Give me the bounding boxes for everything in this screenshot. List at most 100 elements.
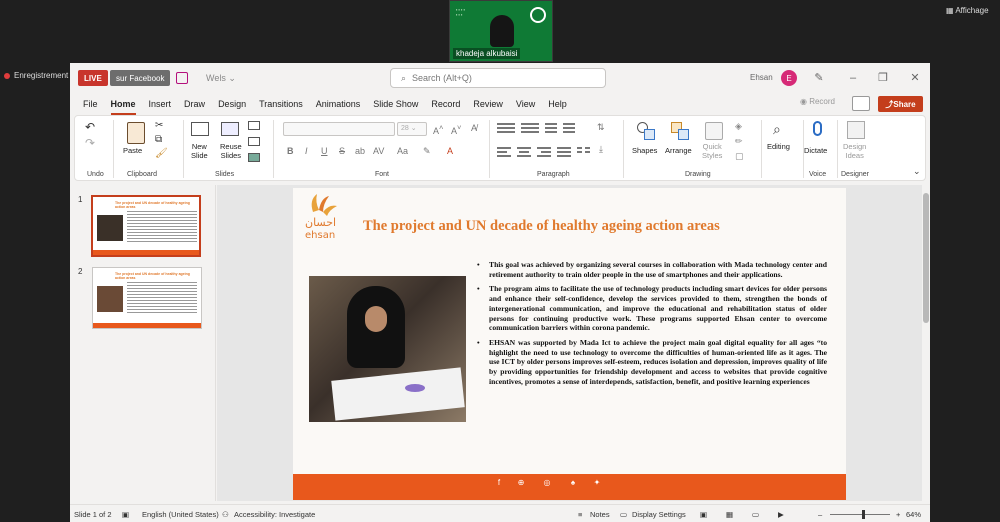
scrollbar-thumb[interactable] [923,193,929,323]
live-target-label[interactable]: sur Facebook [110,70,171,86]
record-button[interactable]: ◉ Record [800,97,835,106]
close-icon[interactable]: ✕ [908,71,922,85]
format-painter-icon[interactable]: 🖌 [155,148,168,159]
slide-sorter-icon[interactable]: ▦ [726,510,733,519]
collapse-ribbon-icon[interactable]: ⌄ [913,166,921,177]
tab-insert[interactable]: Insert [149,93,172,115]
slide-thumbnail-2[interactable]: The project and UN decade of healthy age… [92,267,202,329]
design-ideas-icon[interactable] [847,121,865,139]
text-direction-icon[interactable]: ⤓ [599,144,603,155]
numbering-icon[interactable] [521,122,539,134]
view-options-button[interactable]: ▦ Affichage [946,6,989,15]
shape-effects-icon[interactable]: ▢ [735,151,744,162]
comments-icon[interactable] [852,96,870,111]
copy-icon[interactable]: ⧉ [155,134,162,145]
decrease-font-icon[interactable]: A˅ [451,123,461,136]
microphone-icon[interactable] [813,121,822,136]
shape-outline-icon[interactable]: ✏ [735,136,743,147]
new-slide-button[interactable]: New Slide [191,142,208,160]
quick-styles-button[interactable]: Quick Styles [702,142,722,160]
tab-review[interactable]: Review [473,93,503,115]
reading-view-icon[interactable]: ▭ [752,510,759,519]
section-icon[interactable] [248,153,260,162]
search-input[interactable]: ⌕ Search (Alt+Q) [390,68,606,88]
language-indicator[interactable]: English (United States) [142,510,219,519]
reuse-slides-icon[interactable] [221,122,239,136]
tab-view[interactable]: View [516,93,535,115]
find-icon[interactable]: ⌕ [773,121,781,138]
increase-font-icon[interactable]: A˄ [433,123,443,136]
strikethrough-icon[interactable]: S [339,146,345,156]
reuse-slides-button[interactable]: Reuse Slides [220,142,242,160]
user-avatar[interactable]: E [781,70,797,86]
zoom-slider-knob[interactable] [862,510,865,519]
slide-photo[interactable] [309,276,466,422]
accessibility-status[interactable]: Accessibility: Investigate [234,510,315,519]
tab-draw[interactable]: Draw [184,93,205,115]
tab-home[interactable]: Home [110,93,136,115]
justify-icon[interactable] [557,146,571,158]
shape-fill-icon[interactable]: ◈ [735,121,742,132]
reset-icon[interactable] [248,137,260,146]
tab-help[interactable]: Help [548,93,567,115]
dictate-button[interactable]: Dictate [804,146,827,155]
font-size-select[interactable]: 28 ⌄ [397,122,427,136]
sort-icon[interactable]: ⇅ [597,122,605,133]
redo-icon[interactable]: ↷ [85,136,95,150]
font-color-icon[interactable]: A [447,146,453,156]
zoom-out-icon[interactable]: – [818,510,822,519]
zoom-slider[interactable] [830,514,890,515]
slide-bullet-list[interactable]: This goal was achieved by organizing sev… [475,260,827,391]
tab-design[interactable]: Design [218,93,246,115]
arrange-icon[interactable] [671,122,689,140]
tab-slide-show[interactable]: Slide Show [373,93,418,115]
change-case-icon[interactable]: Aa [397,146,408,156]
shapes-button[interactable]: Shapes [632,146,657,155]
normal-view-icon[interactable]: ▣ [700,510,707,519]
align-right-icon[interactable] [537,146,551,158]
shadow-icon[interactable]: ab [355,146,365,156]
clear-format-icon[interactable]: A̸ [471,123,477,133]
zoom-in-icon[interactable]: + [896,510,900,519]
bullets-icon[interactable] [497,122,515,134]
undo-icon[interactable]: ↶ [85,120,95,134]
current-slide[interactable]: احسان ehsan The project and UN decade of… [293,188,846,500]
spellcheck-icon[interactable]: ▣ [122,510,129,519]
share-button[interactable]: ⤴ Share [878,96,923,112]
decrease-indent-icon[interactable] [545,122,557,134]
align-center-icon[interactable] [517,146,531,158]
slide-title[interactable]: The project and UN decade of healthy age… [363,218,833,235]
quick-styles-icon[interactable] [705,122,723,140]
cut-icon[interactable]: ✂ [155,120,163,131]
recording-indicator[interactable]: Enregistrement [4,71,68,80]
pen-icon[interactable]: ✎ [812,71,826,85]
columns-icon[interactable] [577,146,591,158]
highlight-icon[interactable]: ✎ [423,146,431,157]
new-slide-icon[interactable] [191,122,209,136]
tab-animations[interactable]: Animations [316,93,361,115]
editing-button[interactable]: Editing [767,142,790,151]
italic-icon[interactable]: I [305,146,308,156]
underline-icon[interactable]: U [321,146,328,156]
slide-show-icon[interactable]: ▶ [778,510,784,519]
layout-icon[interactable] [248,121,260,130]
tab-transitions[interactable]: Transitions [259,93,303,115]
font-family-select[interactable] [283,122,395,136]
increase-indent-icon[interactable] [563,122,575,134]
slide-thumbnail-1[interactable]: The project and UN decade of healthy age… [91,195,201,257]
display-settings-button[interactable]: Display Settings [632,510,686,519]
notes-button[interactable]: Notes [590,510,610,519]
paste-label[interactable]: Paste [123,146,142,155]
minimize-icon[interactable]: – [846,71,860,85]
character-spacing-icon[interactable]: AV [373,146,384,156]
bold-icon[interactable]: B [287,146,294,156]
document-name[interactable]: Wels ⌄ [206,73,236,84]
align-left-icon[interactable] [497,146,511,158]
arrange-button[interactable]: Arrange [665,146,692,155]
save-icon[interactable] [176,72,188,84]
live-badge[interactable]: LIVE [78,70,108,86]
design-ideas-button[interactable]: Design Ideas [843,142,866,160]
tab-file[interactable]: File [83,93,98,115]
shapes-icon[interactable] [637,122,655,140]
zoom-level[interactable]: 64% [906,510,921,519]
